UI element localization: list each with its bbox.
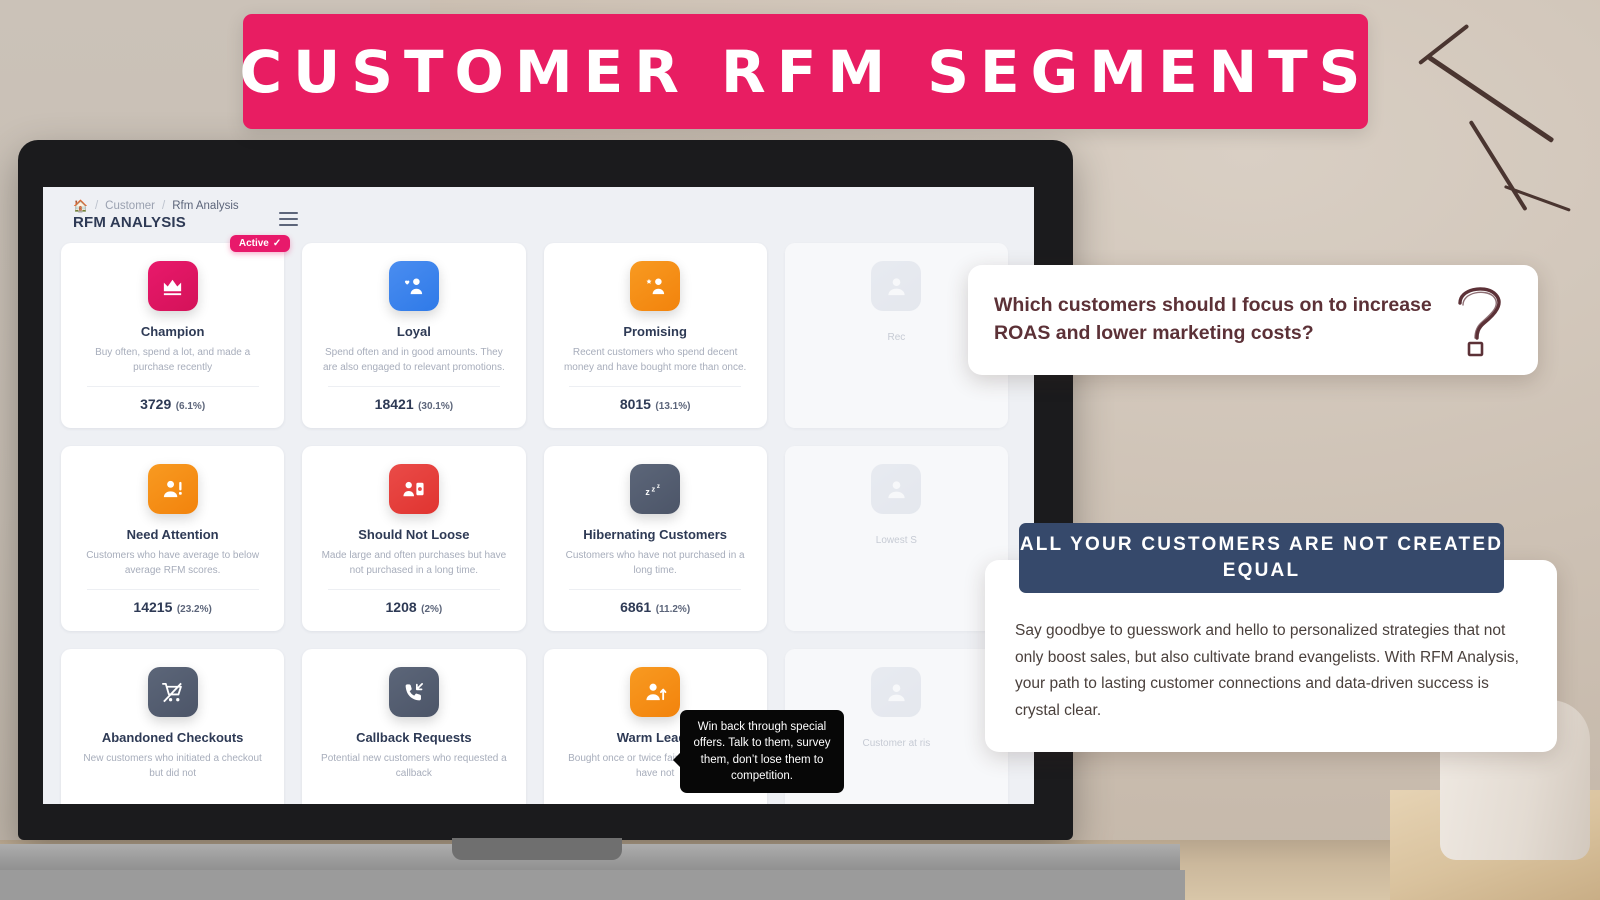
segment-card[interactable]: Abandoned Checkouts New customers who ini… [61,649,285,804]
segment-card-count: 1208 [385,599,417,615]
segment-card-title: Callback Requests [356,730,472,745]
home-icon[interactable]: 🏠 [73,199,88,213]
segment-card-divider [327,386,500,387]
check-icon: ✓ [272,238,282,249]
segment-card-description: Lowest S [875,535,917,546]
segment-card-percent: (2%) [421,604,443,615]
user-icon [871,464,922,514]
segment-card-description: New customers who initiated a checkout b… [83,753,262,779]
crown-icon [147,261,198,311]
segment-card-divider [327,589,500,590]
segment-card[interactable]: Callback Requests Potential new customers… [302,649,526,804]
question-mark-icon [1458,287,1501,357]
segment-card-description: Rec [887,332,906,343]
phone-incoming-icon [388,667,439,717]
breadcrumb-item-customer[interactable]: Customer [105,200,155,212]
segment-card-title: Need Attention [126,527,219,542]
laptop-trackpad-notch [452,838,622,860]
segment-card[interactable]: Active ✓ Champion Buy often, spend a lot, a… [61,235,291,428]
user-alert-icon [147,464,198,514]
hamburger-icon[interactable] [278,212,298,227]
segment-card-title: Abandoned Checkouts [101,730,244,745]
segment-tooltip: Win back through special offers. Talk to… [673,710,844,794]
svg-text:z: z [645,486,650,496]
segment-card-title: Promising [623,324,687,339]
segment-card-description: Customers who have not purchased in a lo… [565,550,745,576]
segment-card-title: Should Not Loose [358,527,470,542]
question-callout-text: Which customers should I focus on to inc… [994,294,1432,344]
status-badge-label: Active [238,238,269,249]
segment-card-description: Buy often, spend a lot, and made a purch… [95,347,251,373]
segment-card[interactable]: Should Not Loose Made large and often pur… [302,446,526,631]
segment-card-title: Champion [140,324,205,339]
segment-card-divider [86,386,259,387]
title-banner: CUSTOMER RFM SEGMENTS [240,14,1368,129]
segment-card[interactable]: Lowest S [784,446,1008,631]
cart-off-icon [147,667,198,717]
hamburger-bar-1 [278,212,298,215]
segment-card-stats: 14215 (23.2%) [133,599,211,617]
segment-card-divider [569,386,742,387]
question-callout: Which customers should I focus on to inc… [968,265,1538,375]
segment-card-stats: 3729 (6.1%) [140,396,205,414]
breadcrumb-item-rfm-analysis[interactable]: Rfm Analysis [172,200,238,212]
segment-card-percent: (13.1%) [655,401,691,412]
page-title: RFM ANALYSIS [73,214,186,231]
description-callout-text: Say goodbye to guesswork and hello to pe… [1015,622,1519,719]
user-card-icon [388,464,439,514]
segment-card[interactable]: Need Attention Customers who have average… [61,446,285,631]
segment-card-count: 18421 [374,396,414,412]
segment-card-stats: 8015 (13.1%) [620,396,691,414]
rfm-analysis-app: 🏠 / Customer / Rfm Analysis RFM ANALYSIS… [43,187,1034,804]
user-icon [871,261,922,311]
headline-band: ALL YOUR CUSTOMERS ARE NOT CREATED EQUAL [1019,523,1504,593]
segment-card-divider [569,589,742,590]
breadcrumb-separator-2: / [162,200,166,212]
segment-card-grid: Active ✓ Champion Buy often, spend a lot, a… [43,235,1034,804]
user-heart-icon [388,261,439,311]
segment-card-count: 3729 [140,396,172,412]
laptop-screen: 🏠 / Customer / Rfm Analysis RFM ANALYSIS… [43,187,1034,804]
segment-card-stats: 6861 (11.2%) [620,599,690,617]
segment-card-percent: (23.2%) [176,604,212,615]
hamburger-bar-2 [278,217,298,221]
segment-card-stats: 18421 (30.1%) [375,396,453,414]
segment-card-description: Customer at ris [862,738,931,749]
segment-card-description: Spend often and in good amounts. They ar… [322,347,505,373]
breadcrumb-separator-1: / [94,200,99,212]
segment-card-title: Hibernating Customers [583,527,727,542]
segment-card-stats: 1208 (2%) [386,599,443,617]
segment-card[interactable]: z z z Hibernating Customers Customers who ha… [543,446,767,631]
laptop-shadow [0,870,1185,900]
segment-card[interactable]: Promising Recent customers who spend dece… [543,243,767,428]
segment-card-title: Loyal [396,324,431,339]
header-left: 🏠 / Customer / Rfm Analysis RFM ANALYSIS [73,199,239,231]
title-banner-text: CUSTOMER RFM SEGMENTS [239,37,1372,106]
segment-card-count: 8015 [619,396,651,412]
segment-card-count: 6861 [620,599,652,615]
user-star-icon [630,261,681,311]
segment-card-description: Potential new customers who requested a … [321,753,507,779]
hamburger-bar-3 [278,223,298,227]
svg-text:z: z [651,484,655,493]
svg-text:z: z [656,483,659,490]
breadcrumb: 🏠 / Customer / Rfm Analysis [73,199,239,213]
sleep-icon: zzz [630,464,681,514]
segment-card-description: Customers who have average to below aver… [86,550,260,576]
segment-card-percent: (11.2%) [655,604,691,615]
segment-card-divider [86,589,259,590]
segment-card-percent: (30.1%) [418,401,454,412]
app-header: 🏠 / Customer / Rfm Analysis RFM ANALYSIS [43,187,1034,235]
status-badge[interactable]: Active ✓ [229,235,291,252]
segment-card-description: Recent customers who spend decent money … [563,347,747,373]
user-up-icon [630,667,681,717]
segment-card-count: 14215 [133,599,173,615]
segment-card-description: Made large and often purchases but have … [321,550,507,576]
segment-card[interactable]: Loyal Spend often and in good amounts. Th… [302,243,526,428]
segment-card-percent: (6.1%) [175,401,206,412]
user-icon [871,667,922,717]
